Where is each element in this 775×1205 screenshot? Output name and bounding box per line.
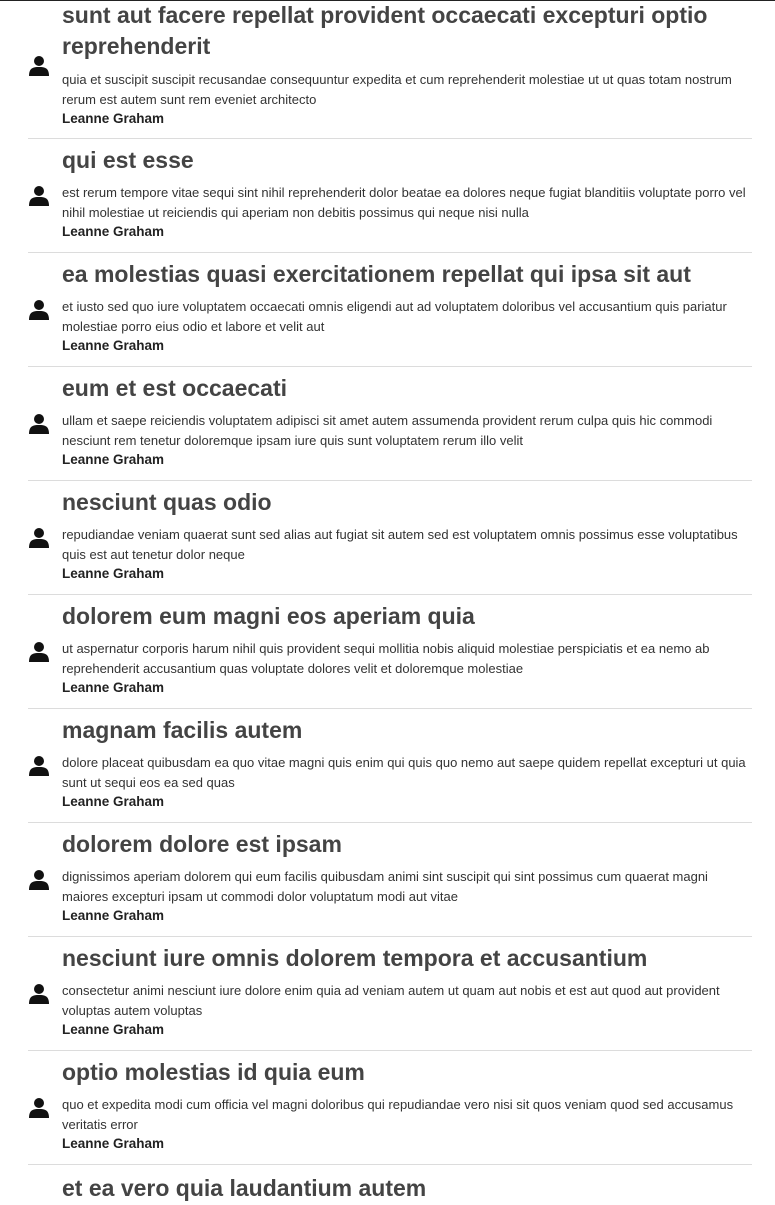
post-body: ut aspernatur corporis harum nihil quis … bbox=[62, 641, 710, 676]
post-title[interactable]: nesciunt quas odio bbox=[62, 487, 752, 518]
user-icon bbox=[28, 869, 50, 891]
post-title[interactable]: sunt aut facere repellat provident occae… bbox=[62, 0, 752, 62]
list-item[interactable]: eum et est occaecati ullam et saepe reic… bbox=[28, 367, 752, 481]
post-body: dolore placeat quibusdam ea quo vitae ma… bbox=[62, 755, 746, 790]
list-item[interactable]: qui est esse est rerum tempore vitae seq… bbox=[28, 139, 752, 253]
post-title[interactable]: optio molestias id quia eum bbox=[62, 1057, 752, 1088]
post-body: est rerum tempore vitae sequi sint nihil… bbox=[62, 185, 746, 220]
post-title[interactable]: eum et est occaecati bbox=[62, 373, 752, 404]
post-title[interactable]: nesciunt iure omnis dolorem tempora et a… bbox=[62, 943, 752, 974]
post-body: dignissimos aperiam dolorem qui eum faci… bbox=[62, 869, 708, 904]
post-author: Leanne Graham bbox=[62, 794, 165, 809]
post-body: et iusto sed quo iure voluptatem occaeca… bbox=[62, 299, 727, 334]
user-icon bbox=[28, 1097, 50, 1119]
post-body: ullam et saepe reiciendis voluptatem adi… bbox=[62, 413, 713, 448]
post-title[interactable]: qui est esse bbox=[62, 145, 752, 176]
post-title[interactable]: dolorem dolore est ipsam bbox=[62, 829, 752, 860]
post-body: consectetur animi nesciunt iure dolore e… bbox=[62, 983, 720, 1018]
post-title[interactable]: et ea vero quia laudantium autem bbox=[62, 1173, 752, 1204]
user-icon bbox=[28, 413, 50, 435]
list-item[interactable]: magnam facilis autem dolore placeat quib… bbox=[28, 709, 752, 823]
list-item[interactable]: sunt aut facere repellat provident occae… bbox=[28, 0, 752, 139]
user-icon bbox=[28, 755, 50, 777]
post-body: repudiandae veniam quaerat sunt sed alia… bbox=[62, 527, 738, 562]
list-item[interactable]: optio molestias id quia eum quo et exped… bbox=[28, 1051, 752, 1165]
user-icon bbox=[28, 299, 50, 321]
post-title[interactable]: dolorem eum magni eos aperiam quia bbox=[62, 601, 752, 632]
user-icon bbox=[28, 983, 50, 1005]
user-icon bbox=[28, 641, 50, 663]
user-icon bbox=[28, 527, 50, 549]
post-author: Leanne Graham bbox=[62, 566, 165, 581]
post-author: Leanne Graham bbox=[62, 680, 165, 695]
post-title[interactable]: ea molestias quasi exercitationem repell… bbox=[62, 259, 752, 290]
post-body: quo et expedita modi cum officia vel mag… bbox=[62, 1097, 734, 1132]
post-author: Leanne Graham bbox=[62, 224, 165, 239]
user-icon bbox=[28, 185, 50, 207]
post-author: Leanne Graham bbox=[62, 1022, 165, 1037]
post-body: quia et suscipit suscipit recusandae con… bbox=[62, 72, 732, 107]
post-author: Leanne Graham bbox=[62, 111, 165, 126]
list-item[interactable]: dolorem eum magni eos aperiam quia ut as… bbox=[28, 595, 752, 709]
list-item[interactable]: dolorem dolore est ipsam dignissimos ape… bbox=[28, 823, 752, 937]
list-item[interactable]: ea molestias quasi exercitationem repell… bbox=[28, 253, 752, 367]
post-author: Leanne Graham bbox=[62, 452, 165, 467]
list-item[interactable]: nesciunt quas odio repudiandae veniam qu… bbox=[28, 481, 752, 595]
post-author: Leanne Graham bbox=[62, 338, 165, 353]
user-icon bbox=[28, 55, 50, 77]
post-list: sunt aut facere repellat provident occae… bbox=[28, 0, 752, 1205]
post-author: Leanne Graham bbox=[62, 908, 165, 923]
post-author: Leanne Graham bbox=[62, 1136, 165, 1151]
list-item[interactable]: nesciunt iure omnis dolorem tempora et a… bbox=[28, 937, 752, 1051]
list-item[interactable]: et ea vero quia laudantium autem bbox=[28, 1165, 752, 1205]
post-title[interactable]: magnam facilis autem bbox=[62, 715, 752, 746]
